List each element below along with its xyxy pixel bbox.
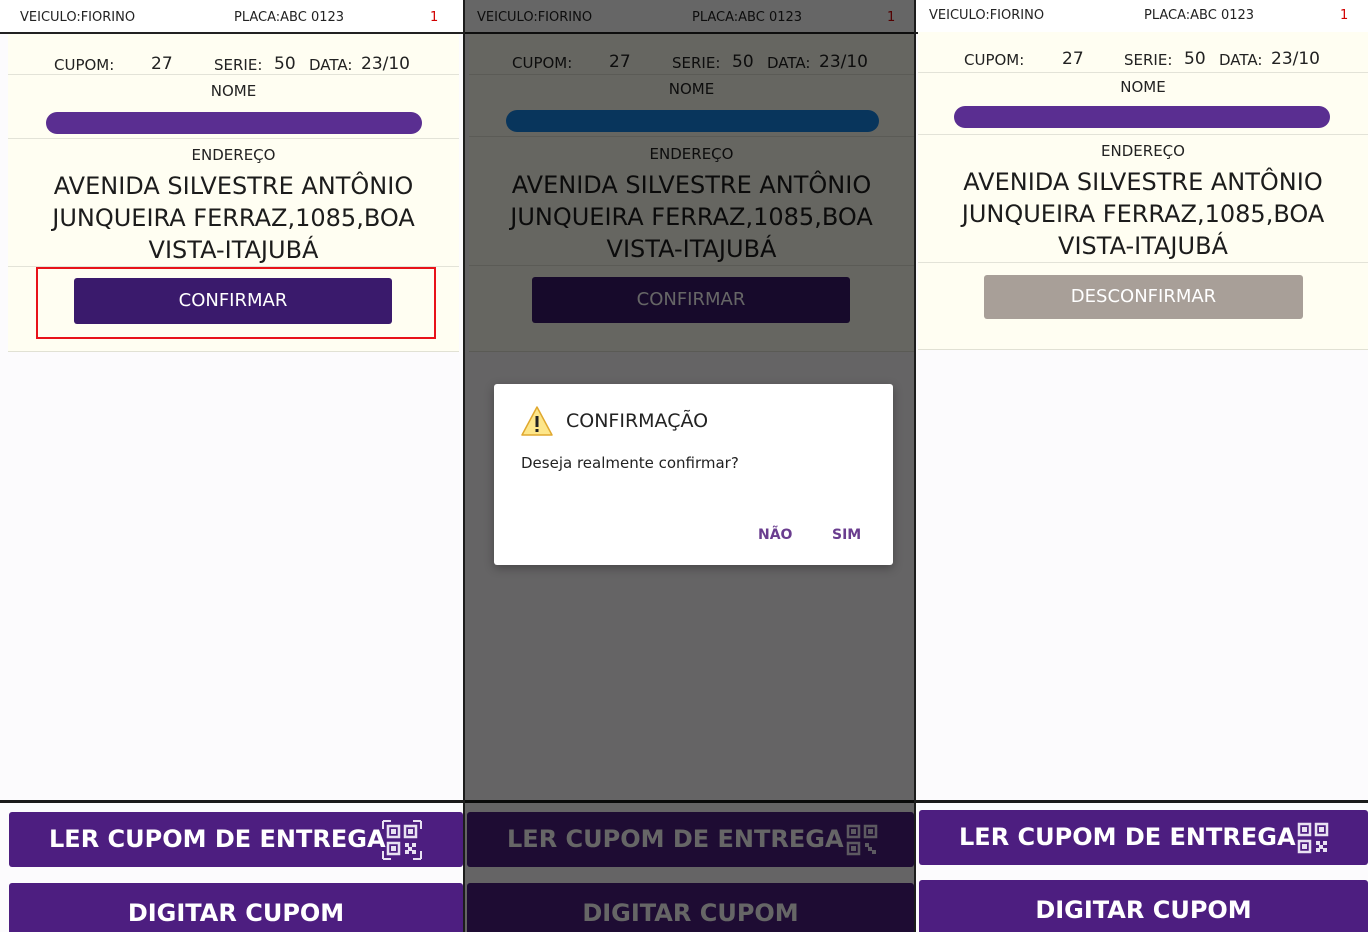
cupom-value: 27: [1062, 49, 1084, 69]
warning-icon: [521, 406, 553, 436]
dialog-no-button[interactable]: NÃO: [758, 527, 792, 543]
read-coupon-button[interactable]: LER CUPOM DE ENTREGA: [919, 810, 1368, 865]
coupon-info-row: CUPOM: 27 SERIE: 50 DATA: 23/10: [8, 34, 459, 75]
coupon-info-row: CUPOM: 27 SERIE: 50 DATA: 23/10: [918, 32, 1368, 73]
read-coupon-button[interactable]: LER CUPOM DE ENTREGA: [9, 812, 463, 867]
type-coupon-button[interactable]: DIGITAR CUPOM: [919, 880, 1368, 932]
cupom-label: CUPOM:: [54, 56, 115, 74]
top-bar: VEICULO:FIORINO PLACA:ABC 0123 1: [0, 0, 463, 34]
address-line-1: AVENIDA SILVESTRE ANTÔNIO: [53, 172, 414, 200]
address-line-2: JUNQUEIRA FERRAZ,1085,BOA: [52, 204, 415, 232]
endereco-label: ENDEREÇO: [191, 146, 276, 164]
cupom-label: CUPOM:: [964, 51, 1025, 69]
name-row: [8, 104, 459, 139]
screen-confirm-dialog: VEICULO:FIORINO PLACA:ABC 0123 1 CUPOM: …: [465, 0, 914, 932]
count-badge: 1: [1340, 8, 1349, 23]
screen-before-confirm: VEICULO:FIORINO PLACA:ABC 0123 1 CUPOM: …: [0, 0, 463, 932]
serie-value: 50: [1184, 49, 1206, 69]
serie-label: SERIE:: [214, 56, 263, 74]
address-line-2: JUNQUEIRA FERRAZ,1085,BOA: [961, 200, 1325, 228]
address-line-1: AVENIDA SILVESTRE ANTÔNIO: [963, 168, 1323, 196]
data-value: 23/10: [361, 54, 410, 74]
data-label: DATA:: [309, 56, 353, 74]
dialog-message: Deseja realmente confirmar?: [521, 454, 739, 472]
address-row: AVENIDA SILVESTRE ANTÔNIO JUNQUEIRA FERR…: [8, 164, 459, 267]
data-value: 23/10: [1271, 49, 1320, 69]
vehicle-label: VEICULO:FIORINO: [20, 10, 136, 25]
endereco-label: ENDEREÇO: [1101, 142, 1185, 160]
type-coupon-button[interactable]: DIGITAR CUPOM: [9, 883, 463, 932]
plate-label: PLACA:ABC 0123: [234, 10, 345, 25]
name-row: [918, 100, 1368, 135]
nome-label: NOME: [1120, 78, 1166, 96]
qr-code-icon: [1297, 822, 1329, 854]
address-row: AVENIDA SILVESTRE ANTÔNIO JUNQUEIRA FERR…: [918, 160, 1368, 263]
dialog-title: CONFIRMAÇÃO: [566, 410, 709, 432]
serie-value: 50: [274, 54, 296, 74]
redacted-name: [954, 106, 1330, 128]
address-line-3: VISTA-ITAJUBÁ: [148, 236, 319, 264]
data-label: DATA:: [1219, 51, 1263, 69]
vehicle-label: VEICULO:FIORINO: [929, 8, 1045, 23]
serie-label: SERIE:: [1124, 51, 1173, 69]
read-coupon-label: LER CUPOM DE ENTREGA: [959, 823, 1296, 851]
redacted-name: [46, 112, 422, 134]
plate-label: PLACA:ABC 0123: [1144, 8, 1255, 23]
bottom-separator: [0, 800, 463, 803]
nome-label: NOME: [210, 82, 257, 100]
count-badge: 1: [430, 10, 439, 25]
confirm-dialog: CONFIRMAÇÃO Deseja realmente confirmar? …: [494, 384, 893, 565]
qr-code-icon: [382, 820, 422, 860]
cupom-value: 27: [151, 54, 173, 74]
address-line-3: VISTA-ITAJUBÁ: [1058, 232, 1228, 260]
unconfirm-button[interactable]: DESCONFIRMAR: [984, 275, 1303, 319]
read-coupon-label: LER CUPOM DE ENTREGA: [49, 825, 386, 853]
highlight-box: [36, 267, 436, 339]
screen-after-confirm: VEICULO:FIORINO PLACA:ABC 0123 1 CUPOM: …: [916, 0, 1368, 932]
top-bar: VEICULO:FIORINO PLACA:ABC 0123 1: [916, 0, 1368, 34]
bottom-separator: [916, 800, 1368, 803]
dialog-yes-button[interactable]: SIM: [832, 527, 861, 543]
